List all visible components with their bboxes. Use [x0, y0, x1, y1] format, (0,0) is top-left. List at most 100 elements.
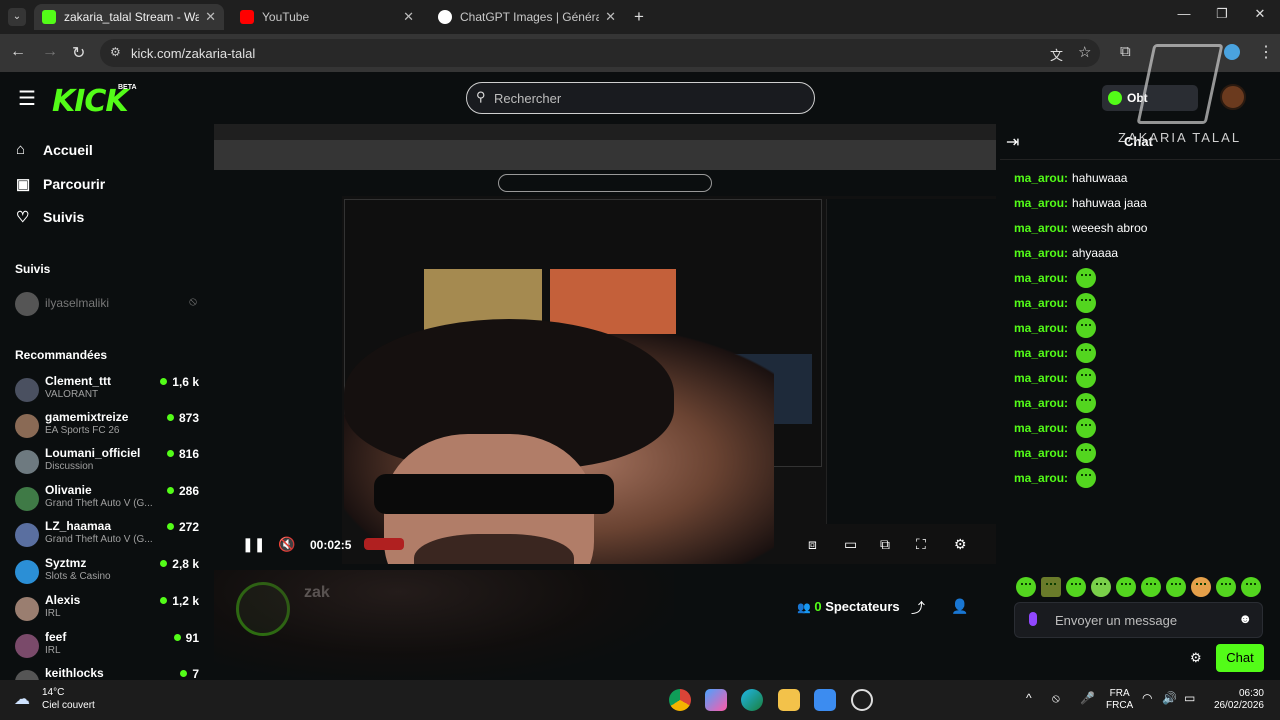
video-player[interactable]: ❚❚ 🔇 00:02:5 ⧈ ▭ ⧉ ⛶ ⚙ — [214, 124, 996, 564]
emote-icon[interactable] — [1016, 577, 1036, 597]
search-input[interactable]: ⚲ Rechercher — [466, 82, 815, 114]
chat-username[interactable]: ma_arou: — [1014, 346, 1068, 360]
chat-username[interactable]: ma_arou: — [1014, 421, 1068, 435]
emoji-picker-icon[interactable]: ☻ — [1238, 611, 1252, 626]
chat-username[interactable]: ma_arou: — [1014, 321, 1068, 335]
sidebar-item-parcourir[interactable]: ▣ Parcourir — [16, 175, 105, 193]
store-icon[interactable] — [814, 689, 836, 711]
microphone-tray-icon[interactable]: 🎤 — [1080, 691, 1095, 705]
chrome-icon[interactable] — [669, 689, 691, 711]
channel-name: Alexis — [45, 593, 81, 607]
reload-icon[interactable]: ↻ — [72, 43, 85, 63]
profile-icon[interactable] — [1224, 44, 1240, 60]
chat-message: ma_arou: hahuwaaa — [1014, 168, 1127, 188]
show-hidden-icons[interactable]: ^ — [1026, 691, 1032, 705]
chat-username[interactable]: ma_arou: — [1014, 246, 1068, 260]
chat-username[interactable]: ma_arou: — [1014, 221, 1068, 235]
close-tab-icon[interactable]: ✕ — [605, 9, 616, 25]
sidebar-item-accueil[interactable]: ⌂ Accueil — [16, 141, 93, 158]
tab-kick[interactable]: zakaria_talal Stream - Watch Li ✕ — [34, 4, 224, 30]
chat-username[interactable]: ma_arou: — [1014, 396, 1068, 410]
share-icon[interactable]: ⤴ — [911, 598, 925, 618]
forward-icon[interactable]: → — [42, 43, 58, 61]
system-clock[interactable]: 06:30 26/02/2026 — [1210, 688, 1264, 712]
emote-icon — [1076, 318, 1097, 338]
emote-icon[interactable] — [1166, 577, 1186, 597]
translate-icon[interactable]: 文 — [1050, 45, 1063, 64]
wifi-icon[interactable]: ◠ — [1142, 691, 1152, 705]
close-tab-icon[interactable]: ✕ — [403, 9, 414, 25]
new-tab-icon[interactable]: + — [634, 7, 644, 27]
recommended-channel[interactable]: Clement_ttt VALORANT 1,6 k — [15, 374, 205, 408]
emote-icon[interactable] — [1116, 577, 1136, 597]
chat-username[interactable]: ma_arou: — [1014, 446, 1068, 460]
tab-youtube[interactable]: YouTube ✕ — [232, 4, 422, 30]
recommended-channel[interactable]: LZ_haamaa Grand Theft Auto V (G... 272 — [15, 519, 205, 553]
volume-icon[interactable]: 🔊 — [1162, 691, 1177, 705]
nested-tab-bar — [214, 124, 996, 140]
chat-message-input[interactable]: Envoyer un message ☻ — [1014, 602, 1263, 638]
copilot-icon[interactable] — [705, 689, 727, 711]
follow-user-icon[interactable]: 👤 — [951, 598, 968, 615]
avatar — [15, 597, 39, 621]
network-off-icon[interactable]: ⦸ — [1052, 691, 1060, 706]
chat-username[interactable]: ma_arou: — [1014, 196, 1068, 210]
back-icon[interactable]: ← — [10, 43, 26, 61]
emote-icon[interactable] — [1041, 577, 1061, 597]
tab-list-icon[interactable]: ⌄ — [8, 8, 26, 26]
chat-settings-icon[interactable]: ⚙ — [1190, 650, 1202, 666]
chat-username[interactable]: ma_arou: — [1014, 296, 1068, 310]
emote-icon[interactable] — [1241, 577, 1261, 597]
emote-icon[interactable] — [1091, 577, 1111, 597]
tab-chatgpt[interactable]: ChatGPT Images | Générateur d ✕ — [430, 4, 624, 30]
chat-username[interactable]: ma_arou: — [1014, 371, 1068, 385]
recommended-channel[interactable]: Loumani_officiel Discussion 816 — [15, 446, 205, 480]
minimize-icon[interactable]: — — [1164, 6, 1204, 21]
muted-volume-icon[interactable]: 🔇 — [278, 536, 295, 553]
file-explorer-icon[interactable] — [778, 689, 800, 711]
emote-icon[interactable] — [1066, 577, 1086, 597]
pip-icon[interactable]: ⧉ — [880, 536, 890, 553]
recommended-channel[interactable]: Syztmz Slots & Casino 2,8 k — [15, 556, 205, 590]
close-tab-icon[interactable]: ✕ — [205, 9, 216, 25]
url-field[interactable]: ⚙ kick.com/zakaria-talal — [100, 39, 1100, 67]
collapse-chat-icon[interactable]: ⇥ — [1006, 132, 1019, 152]
emote-icon[interactable] — [1191, 577, 1211, 597]
bookmark-star-icon[interactable]: ☆ — [1078, 43, 1091, 61]
emote-icon[interactable] — [1216, 577, 1236, 597]
maximize-icon[interactable]: ❐ — [1202, 6, 1242, 22]
pause-icon[interactable]: ❚❚ — [242, 536, 265, 553]
tab-label: YouTube — [262, 10, 310, 24]
recommended-channel[interactable]: Alexis IRL 1,2 k — [15, 593, 205, 627]
recommended-channel[interactable]: Olivanie Grand Theft Auto V (G... 286 — [15, 483, 205, 517]
app-icon[interactable] — [851, 689, 873, 711]
fullscreen-icon[interactable]: ⛶ — [916, 536, 926, 553]
user-avatar[interactable] — [1220, 84, 1246, 110]
sidebar-item-suivis[interactable]: ♡ Suivis — [16, 208, 84, 226]
viewer-count: 1,6 k — [160, 375, 199, 389]
emote-icon — [1076, 468, 1097, 488]
chat-username[interactable]: ma_arou: — [1014, 271, 1068, 285]
microphone-icon[interactable] — [1029, 612, 1037, 626]
chat-username[interactable]: ma_arou: — [1014, 471, 1068, 485]
extensions-icon[interactable]: ⧉ — [1120, 43, 1131, 60]
recommended-channel[interactable]: keithlocks 7 — [15, 666, 205, 680]
recommended-channel[interactable]: feef IRL 91 — [15, 630, 205, 664]
language-indicator[interactable]: FRA FRCA — [1106, 688, 1133, 712]
emote-icon[interactable] — [1141, 577, 1161, 597]
recommended-channel[interactable]: gamemixtreize EA Sports FC 26 873 — [15, 410, 205, 444]
theater-mode-icon[interactable]: ▭ — [844, 536, 857, 553]
chat-text: hahuwaa jaaa — [1072, 196, 1147, 210]
chat-username[interactable]: ma_arou: — [1014, 171, 1068, 185]
site-info-icon[interactable]: ⚙ — [110, 45, 121, 59]
hamburger-menu-icon[interactable]: ☰ — [18, 86, 36, 111]
edge-icon[interactable] — [741, 689, 763, 711]
clip-icon[interactable]: ⧈ — [808, 536, 817, 553]
followed-channel[interactable]: ilyaselmaliki ⦸ — [15, 292, 205, 326]
close-window-icon[interactable]: ✕ — [1240, 6, 1280, 22]
menu-dots-icon[interactable]: ⋮ — [1258, 42, 1274, 62]
battery-icon[interactable]: ▭ — [1184, 691, 1195, 705]
send-chat-button[interactable]: Chat — [1216, 644, 1264, 672]
kick-logo[interactable]: KICK — [52, 84, 129, 119]
settings-gear-icon[interactable]: ⚙ — [954, 536, 967, 553]
